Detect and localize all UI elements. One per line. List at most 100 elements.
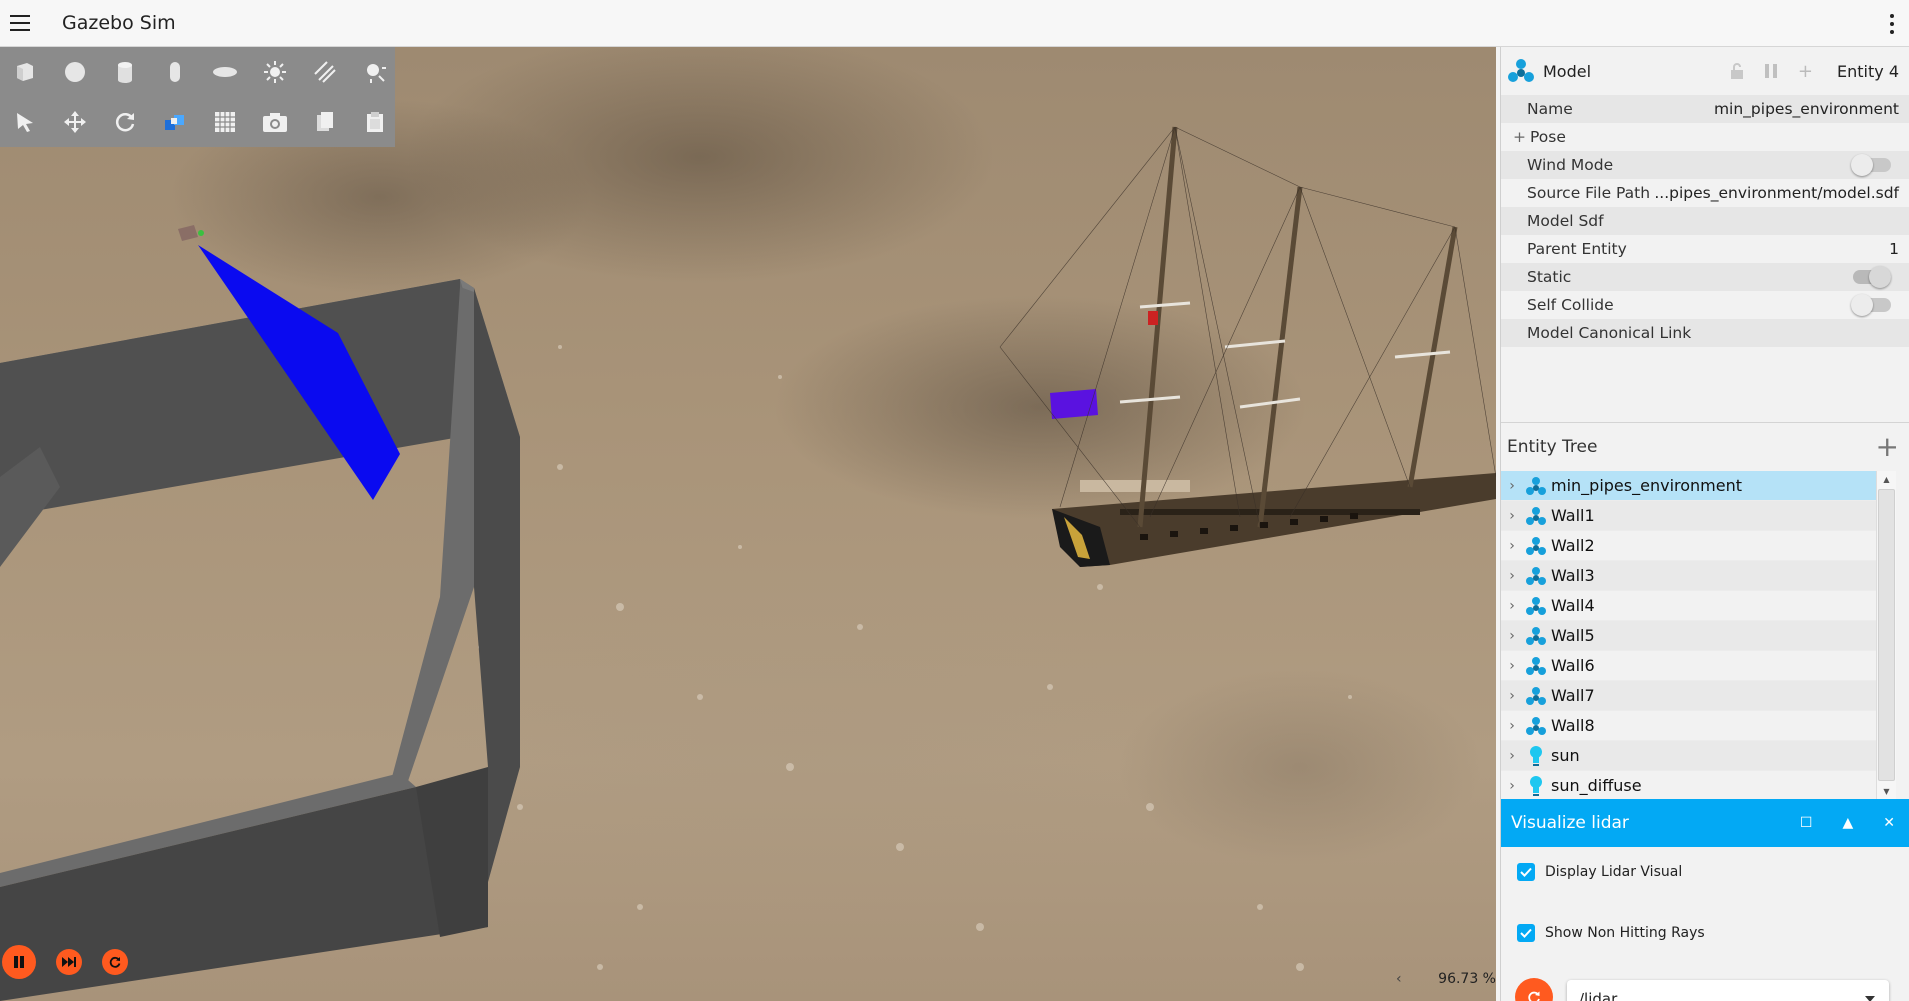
tree-item-wall4[interactable]: › Wall4 bbox=[1501, 591, 1889, 621]
directional-light-icon[interactable] bbox=[250, 47, 300, 97]
scene-render bbox=[0, 126, 1496, 1001]
sphere-icon[interactable] bbox=[50, 47, 100, 97]
chevron-right-icon[interactable]: › bbox=[1501, 628, 1523, 644]
tree-item-wall2[interactable]: › Wall2 bbox=[1501, 531, 1889, 561]
static-label: Static bbox=[1527, 268, 1572, 286]
scrollbar-thumb[interactable] bbox=[1878, 489, 1895, 781]
display-lidar-checkbox[interactable] bbox=[1517, 863, 1535, 881]
scroll-up-icon[interactable]: ▲ bbox=[1877, 471, 1896, 487]
tree-item-wall6[interactable]: › Wall6 bbox=[1501, 651, 1889, 681]
pose-row[interactable]: + Pose bbox=[1501, 123, 1909, 151]
expand-pose-icon[interactable]: + bbox=[1513, 128, 1526, 146]
model-icon bbox=[1523, 594, 1549, 618]
box-icon[interactable] bbox=[0, 47, 50, 97]
parent-entity-row: Parent Entity 1 bbox=[1501, 235, 1909, 263]
wind-mode-toggle[interactable] bbox=[1851, 154, 1891, 176]
translate-icon[interactable] bbox=[50, 97, 100, 147]
source-file-row: Source File Path ...pipes_environment/mo… bbox=[1501, 179, 1909, 207]
tree-item-wall1[interactable]: › Wall1 bbox=[1501, 501, 1889, 531]
app-title: Gazebo Sim bbox=[62, 12, 176, 34]
step-button[interactable] bbox=[56, 949, 82, 975]
chevron-right-icon[interactable]: › bbox=[1501, 538, 1523, 554]
add-entity-icon[interactable]: + bbox=[1876, 433, 1899, 461]
tree-item-label: Wall4 bbox=[1551, 596, 1595, 615]
model-icon bbox=[1523, 654, 1549, 678]
maximize-icon[interactable]: ☐ bbox=[1800, 815, 1813, 831]
chevron-right-icon[interactable]: › bbox=[1501, 598, 1523, 614]
spot-light-icon[interactable] bbox=[300, 47, 350, 97]
tree-item-label: Wall7 bbox=[1551, 686, 1595, 705]
tree-item-min-pipes-environment[interactable]: › min_pipes_environment bbox=[1501, 471, 1889, 501]
chevron-right-icon[interactable]: › bbox=[1501, 748, 1523, 764]
static-row: Static bbox=[1501, 263, 1909, 291]
lidar-plugin-tools: ☐ ▲ ✕ bbox=[1800, 799, 1895, 847]
cylinder-icon[interactable] bbox=[100, 47, 150, 97]
title-bar: Gazebo Sim bbox=[0, 0, 1909, 47]
entity-id-label: Entity 4 bbox=[1837, 61, 1899, 81]
static-toggle[interactable] bbox=[1853, 266, 1891, 288]
component-title: Model bbox=[1543, 61, 1592, 81]
close-icon[interactable]: ✕ bbox=[1883, 815, 1895, 831]
lidar-plugin-header: Visualize lidar ☐ ▲ ✕ bbox=[1501, 799, 1909, 847]
reset-button[interactable] bbox=[102, 949, 128, 975]
source-file-label: Source File Path bbox=[1527, 184, 1651, 202]
non-hitting-rays-checkbox[interactable] bbox=[1517, 924, 1535, 942]
light-icon bbox=[1523, 744, 1549, 768]
display-lidar-label: Display Lidar Visual bbox=[1545, 864, 1683, 880]
screenshot-icon[interactable] bbox=[250, 97, 300, 147]
tree-item-label: Wall2 bbox=[1551, 536, 1595, 555]
non-hitting-rays-row: Show Non Hitting Rays bbox=[1517, 921, 1705, 945]
lidar-topic-select[interactable]: /lidar bbox=[1567, 980, 1889, 1001]
chevron-right-icon[interactable]: › bbox=[1501, 718, 1523, 734]
tree-item-label: Wall6 bbox=[1551, 656, 1595, 675]
tree-item-sun-diffuse[interactable]: › sun_diffuse bbox=[1501, 771, 1889, 799]
chevron-right-icon[interactable]: › bbox=[1501, 778, 1523, 794]
rotate-icon[interactable] bbox=[100, 97, 150, 147]
copy-icon[interactable] bbox=[300, 97, 350, 147]
lock-icon[interactable] bbox=[1730, 63, 1744, 79]
point-light-icon[interactable] bbox=[350, 47, 400, 97]
chevron-right-icon[interactable]: › bbox=[1501, 508, 1523, 524]
more-options-icon[interactable] bbox=[1889, 14, 1895, 34]
tree-item-wall8[interactable]: › Wall8 bbox=[1501, 711, 1889, 741]
snap-icon[interactable] bbox=[150, 97, 200, 147]
chevron-right-icon[interactable]: › bbox=[1501, 568, 1523, 584]
chevron-right-icon[interactable]: › bbox=[1501, 688, 1523, 704]
chevron-right-icon[interactable]: › bbox=[1501, 478, 1523, 494]
tree-item-sun[interactable]: › sun bbox=[1501, 741, 1889, 771]
ellipsoid-icon[interactable] bbox=[200, 47, 250, 97]
display-lidar-row: Display Lidar Visual bbox=[1517, 860, 1682, 884]
capsule-icon[interactable] bbox=[150, 47, 200, 97]
non-hitting-rays-label: Show Non Hitting Rays bbox=[1545, 925, 1705, 941]
chevron-right-icon[interactable]: › bbox=[1501, 658, 1523, 674]
menu-icon[interactable] bbox=[10, 15, 30, 31]
collapse-icon[interactable]: ▲ bbox=[1842, 815, 1853, 831]
entity-tree-list: › min_pipes_environment › Wall1 › Wall2 … bbox=[1501, 471, 1889, 799]
paste-icon[interactable] bbox=[350, 97, 400, 147]
tree-item-wall3[interactable]: › Wall3 bbox=[1501, 561, 1889, 591]
scroll-down-icon[interactable]: ▼ bbox=[1877, 783, 1896, 799]
refresh-topics-button[interactable] bbox=[1515, 978, 1553, 1001]
pause-button[interactable] bbox=[2, 945, 36, 979]
tree-item-wall5[interactable]: › Wall5 bbox=[1501, 621, 1889, 651]
rtf-expand-icon[interactable]: ‹ bbox=[1392, 971, 1406, 987]
playback-controls bbox=[0, 942, 128, 982]
tree-item-label: sun_diffuse bbox=[1551, 776, 1642, 795]
ship-model bbox=[999, 126, 1496, 567]
scene-3d-viewport[interactable] bbox=[0, 47, 1496, 1001]
pause-updates-icon[interactable] bbox=[1764, 63, 1778, 79]
reset-icon bbox=[109, 956, 121, 968]
self-collide-toggle[interactable] bbox=[1851, 294, 1891, 316]
select-icon[interactable] bbox=[0, 97, 50, 147]
grid-icon[interactable] bbox=[200, 97, 250, 147]
name-row: Name min_pipes_environment bbox=[1501, 95, 1909, 123]
entity-tree-scrollbar[interactable]: ▲ ▼ bbox=[1876, 471, 1896, 799]
right-panel: Model + Entity 4 Name min_pipes_environm… bbox=[1500, 47, 1909, 1001]
name-label: Name bbox=[1527, 100, 1573, 118]
model-icon bbox=[1523, 564, 1549, 588]
check-icon bbox=[1520, 928, 1532, 938]
canonical-link-label: Model Canonical Link bbox=[1527, 324, 1692, 342]
model-sdf-row: Model Sdf bbox=[1501, 207, 1909, 235]
tree-item-wall7[interactable]: › Wall7 bbox=[1501, 681, 1889, 711]
add-component-icon[interactable]: + bbox=[1798, 61, 1813, 82]
